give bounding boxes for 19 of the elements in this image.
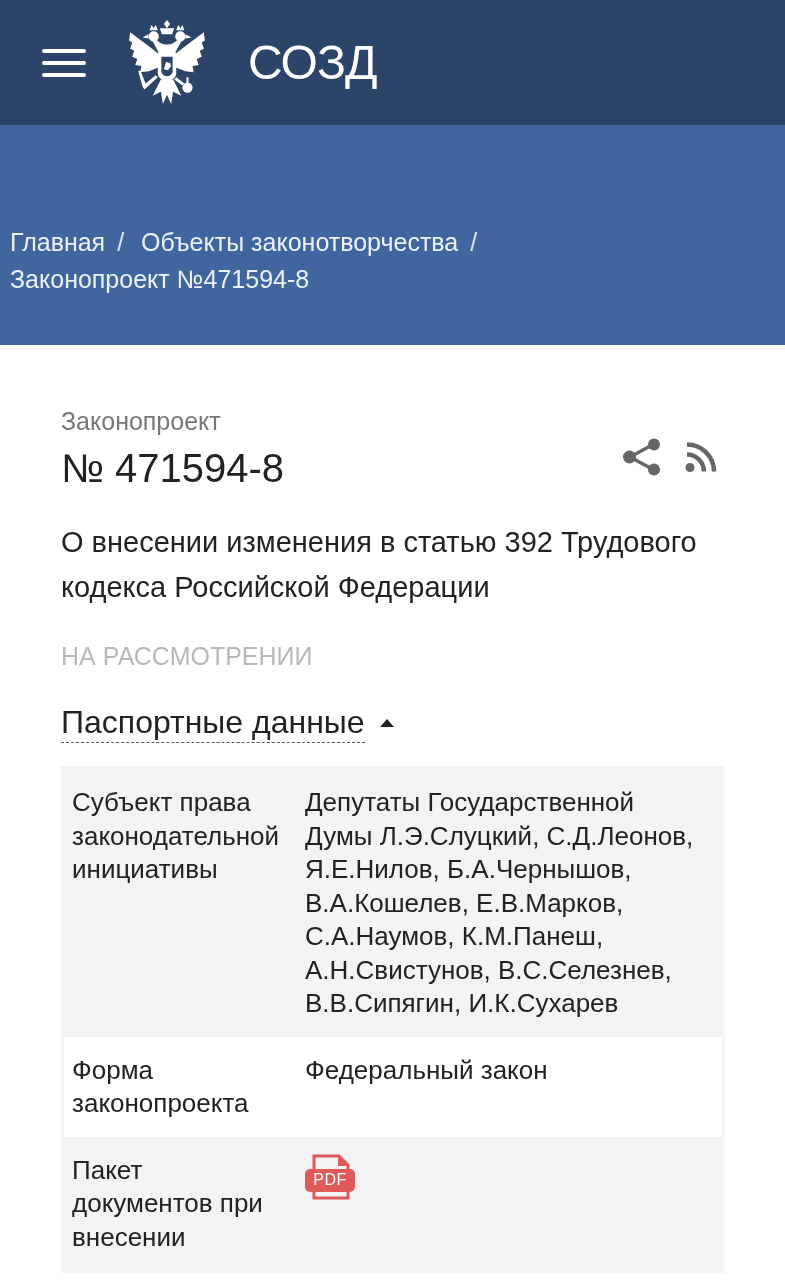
field-value: Федеральный закон (305, 1053, 549, 1087)
document-type-label: Законопроект (61, 407, 222, 435)
site-title: СОЗД (248, 38, 377, 87)
breadcrumb-separator: / (470, 228, 478, 256)
current-page-crumb: Законопроект №471594-8 (10, 265, 310, 293)
breadcrumb-separator: / (117, 228, 125, 256)
field-label: Форма законопроекта (72, 1053, 250, 1120)
share-icon[interactable] (623, 438, 661, 476)
field-value: Депутаты Государственной Думы Л.Э.Слуцкий, С.Д.Леонов, Я.Е.Нилов, Б.А.Чернышов, В.А.Кошелев, Е.В.Марков, С.А.Наумов, К.М.Панеш, А.Н.Свистунов, В.С.Селезнев, В.В.Сипягин, И.К.Сухарев (305, 786, 695, 1020)
menu-icon[interactable] (42, 48, 86, 77)
status-label: НА РАССМОТРЕНИИ (61, 641, 314, 671)
breadcrumb-link[interactable]: Главная (10, 228, 106, 256)
bill-number: № 471594-8 (61, 445, 285, 492)
section-toggle[interactable]: Паспортные данные (61, 702, 394, 743)
bill-title: О внесении изменения в статью 392 Трудового кодекса Российской Федерации (61, 525, 698, 605)
breadcrumb-link[interactable]: Объекты законотворчества (141, 228, 459, 256)
rss-feed-icon[interactable] (685, 442, 717, 472)
field-label: Субъект права законодательной инициативы (72, 786, 281, 886)
field-label: Пакет документов при внесении (72, 1153, 264, 1254)
